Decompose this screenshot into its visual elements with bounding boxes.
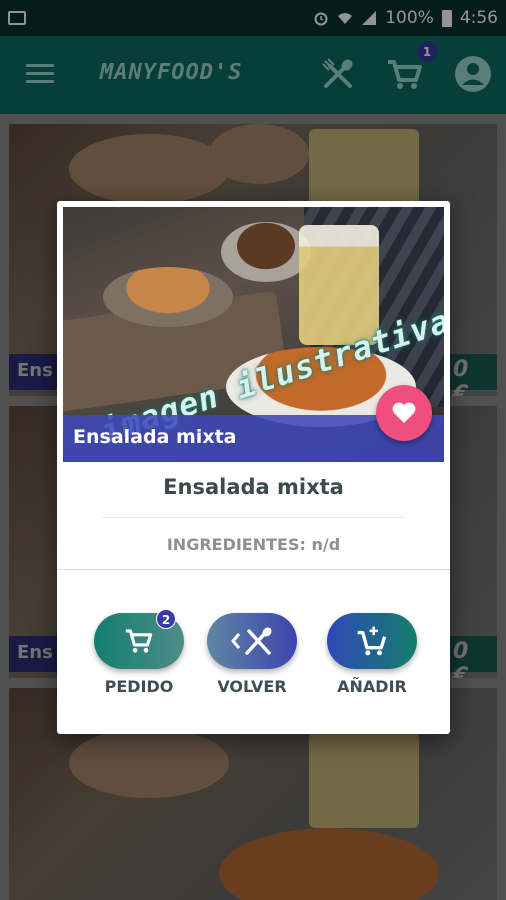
back-utensils-icon xyxy=(231,627,272,655)
divider xyxy=(57,569,450,570)
product-title: Ensalada mixta xyxy=(163,475,344,499)
product-dialog: imagen ilustrativa Ensalada mixta Ensala… xyxy=(57,201,450,734)
heart-icon xyxy=(392,402,416,423)
order-count-badge: 2 xyxy=(156,609,176,629)
volver-button[interactable] xyxy=(207,613,297,669)
cart-icon xyxy=(125,629,153,653)
pedido-button[interactable]: 2 xyxy=(94,609,184,669)
pedido-action[interactable]: 2 PEDIDO xyxy=(94,609,184,696)
favorite-button[interactable] xyxy=(376,385,432,441)
ingredients-text: INGREDIENTES: n/d xyxy=(166,535,341,554)
pedido-label: PEDIDO xyxy=(104,677,174,696)
volver-action[interactable]: VOLVER xyxy=(207,613,297,696)
divider xyxy=(102,517,405,518)
add-to-cart-icon xyxy=(357,626,387,656)
anadir-action[interactable]: AÑADIR xyxy=(327,613,417,696)
volver-label: VOLVER xyxy=(217,677,287,696)
anadir-label: AÑADIR xyxy=(337,677,407,696)
add-to-cart-button[interactable] xyxy=(327,613,417,669)
